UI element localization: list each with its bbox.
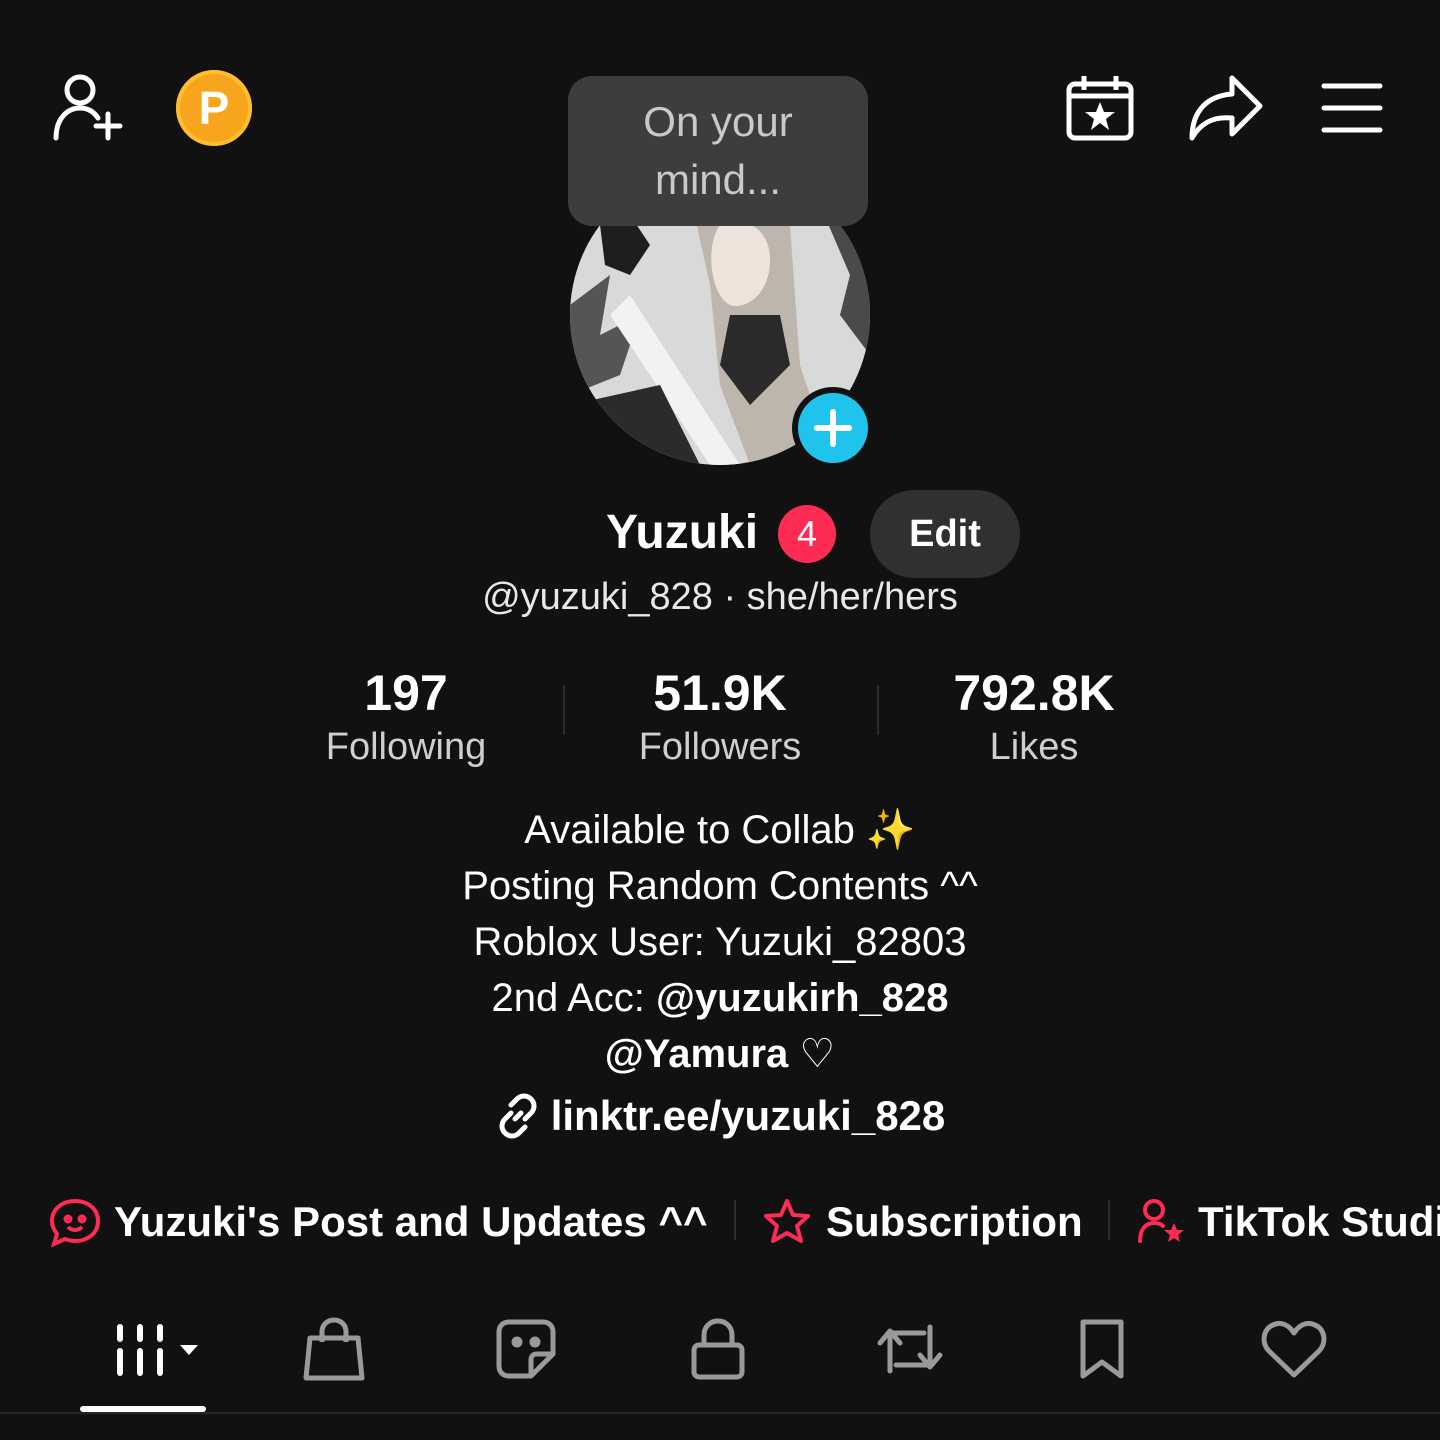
repost-icon [877, 1324, 943, 1374]
feature-chips: Yuzuki's Post and Updates ^^ Subscriptio… [0, 1192, 1440, 1252]
stat-divider [877, 685, 879, 735]
sticker-icon [496, 1319, 556, 1379]
shopping-bag-icon [303, 1317, 365, 1381]
stat-label: Followers [638, 726, 802, 768]
plus-icon [798, 393, 868, 463]
tab-bar-divider [0, 1412, 1440, 1414]
chip-tiktok-studio[interactable]: TikTok Studi [1136, 1192, 1440, 1252]
stat-value: 51.9K [653, 665, 787, 721]
chip-label: TikTok Studi [1198, 1198, 1440, 1245]
chip-divider [1108, 1200, 1110, 1240]
tab-liked[interactable] [1254, 1314, 1334, 1384]
bio-line-1: Available to Collab ✨ [524, 808, 916, 852]
bio-line-2: Posting Random Contents ^^ [462, 864, 978, 908]
share-icon[interactable] [1188, 72, 1264, 144]
tab-reposts[interactable] [870, 1314, 950, 1384]
mention-link[interactable]: @Yamura [605, 1032, 789, 1076]
tab-saved[interactable] [1062, 1314, 1142, 1384]
stat-value: 792.8K [953, 665, 1115, 721]
stat-label: Likes [989, 726, 1079, 768]
tab-shop[interactable] [294, 1314, 374, 1384]
chip-subscription[interactable]: Subscription [760, 1192, 1083, 1252]
chip-label: Yuzuki's Post and Updates ^^ [114, 1198, 708, 1245]
bio-line-4: 2nd Acc: @yuzukirh_828 [0, 970, 1440, 1026]
add-friend-icon[interactable] [50, 70, 126, 146]
stat-divider [563, 685, 565, 735]
handle-pronouns: @yuzuki_828 · she/her/hers [482, 576, 958, 618]
stat-value: 197 [364, 665, 448, 721]
link-text: linktr.ee/yuzuki_828 [550, 1092, 946, 1139]
grid-icon [117, 1324, 198, 1376]
lock-icon [691, 1318, 745, 1380]
notification-badge[interactable]: 4 [778, 505, 836, 563]
star-icon [764, 1199, 810, 1243]
stat-label: Following [325, 726, 487, 768]
heart-icon [1261, 1320, 1327, 1378]
menu-icon[interactable] [1320, 80, 1384, 136]
status-bubble[interactable]: On your mind... [568, 76, 868, 226]
stat-followers[interactable]: 51.9K Followers [570, 665, 870, 773]
display-name: Yuzuki [606, 506, 759, 559]
bio-link[interactable]: linktr.ee/yuzuki_828 [0, 1092, 1440, 1140]
heart-text: ♡ [788, 1032, 836, 1076]
tab-private[interactable] [678, 1314, 758, 1384]
stat-likes[interactable]: 792.8K Likes [884, 665, 1184, 773]
bio-line-5: @Yamura ♡ [0, 1026, 1440, 1082]
person-star-icon [1138, 1199, 1184, 1243]
chip-label: Subscription [826, 1198, 1083, 1245]
bookmark-icon [1080, 1319, 1124, 1379]
chip-divider [734, 1200, 736, 1240]
stat-following[interactable]: 197 Following [256, 665, 556, 773]
chip-posts-updates[interactable]: Yuzuki's Post and Updates ^^ [48, 1192, 708, 1252]
link-icon [499, 1093, 537, 1139]
status-bubble-text: On your mind... [643, 98, 793, 203]
coin-icon[interactable]: P [176, 70, 252, 146]
add-story-button[interactable] [792, 387, 874, 469]
calendar-star-icon[interactable] [1064, 72, 1136, 144]
bio-line-3: Roblox User: Yuzuki_82803 [473, 920, 967, 964]
edit-button[interactable]: Edit [870, 490, 1020, 578]
coin-letter: P [198, 82, 230, 134]
mention-link[interactable]: @yuzukirh_828 [656, 976, 948, 1020]
bio-text: 2nd Acc: [491, 976, 657, 1020]
tab-stickers[interactable] [486, 1314, 566, 1384]
tab-videos[interactable] [108, 1314, 208, 1384]
chat-bubble-icon [49, 1198, 101, 1247]
